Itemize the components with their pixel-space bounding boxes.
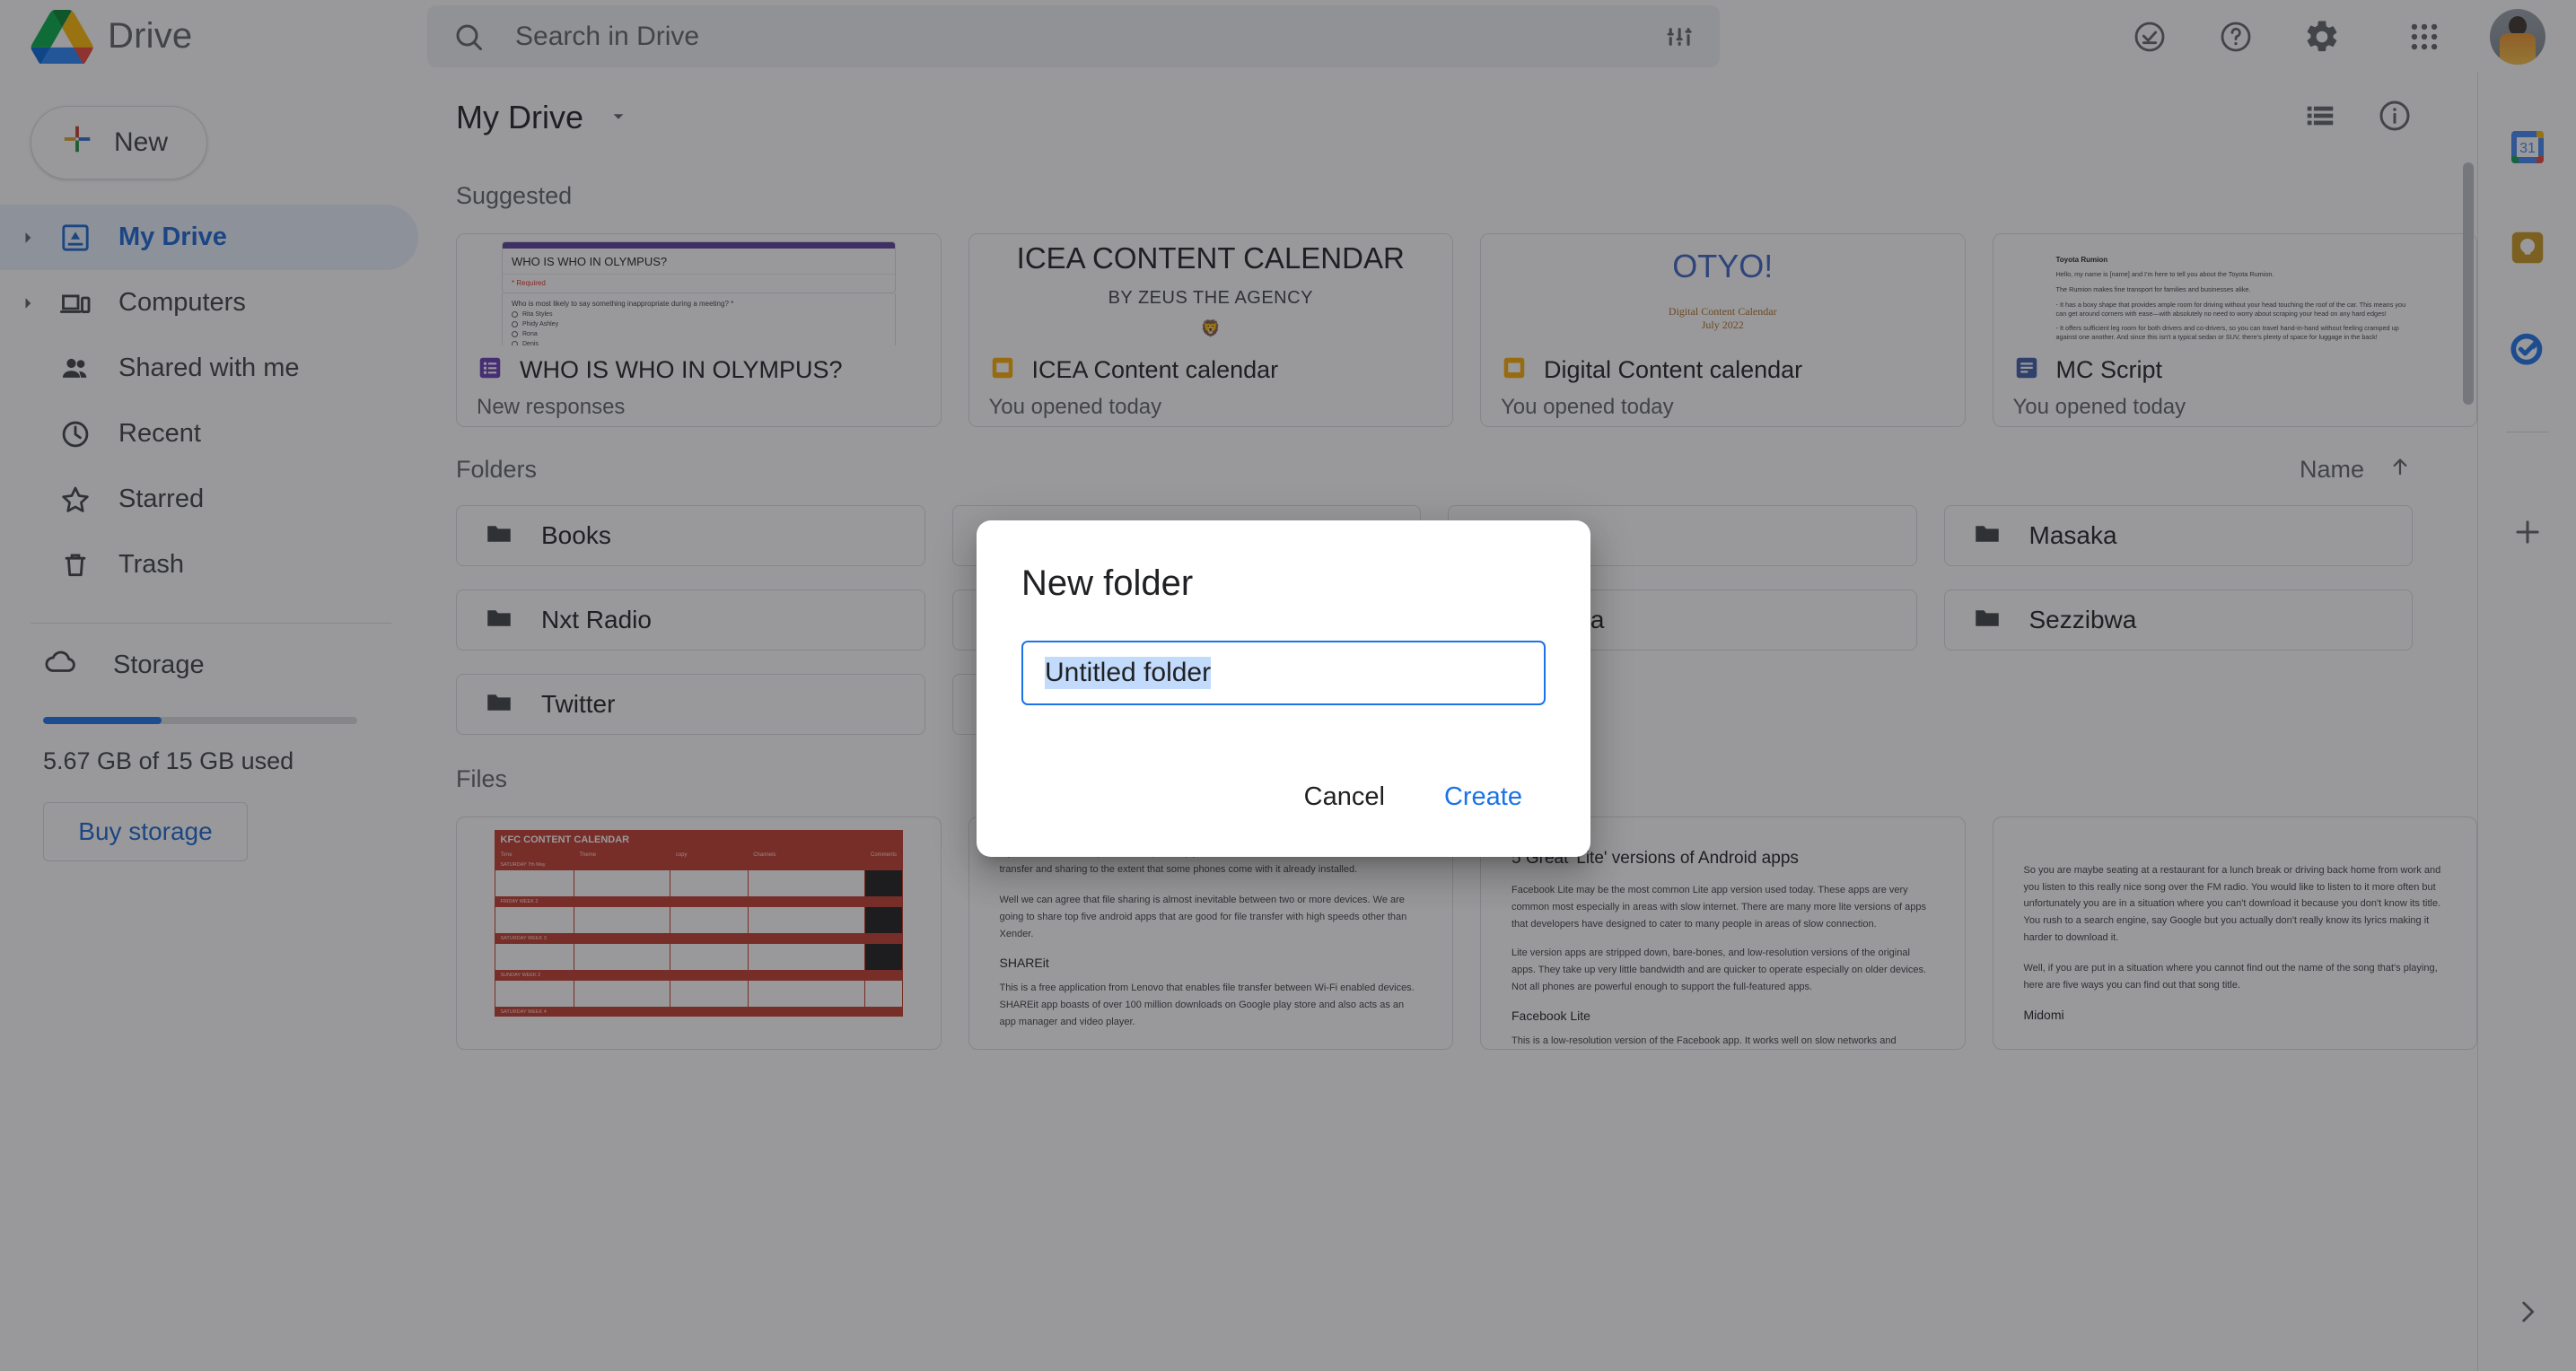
cancel-button[interactable]: Cancel (1281, 768, 1408, 826)
folder-name-value: Untitled folder (1045, 657, 1212, 689)
dialog-actions: Cancel Create (1021, 768, 1546, 857)
folder-name-input[interactable]: Untitled folder (1021, 641, 1546, 705)
dialog-title: New folder (1021, 563, 1194, 603)
create-button[interactable]: Create (1421, 768, 1546, 826)
new-folder-dialog: New folder Untitled folder Cancel Create (977, 520, 1590, 857)
drive-app-window: Drive Search in Drive New My Drive Compu… (0, 0, 2576, 1371)
